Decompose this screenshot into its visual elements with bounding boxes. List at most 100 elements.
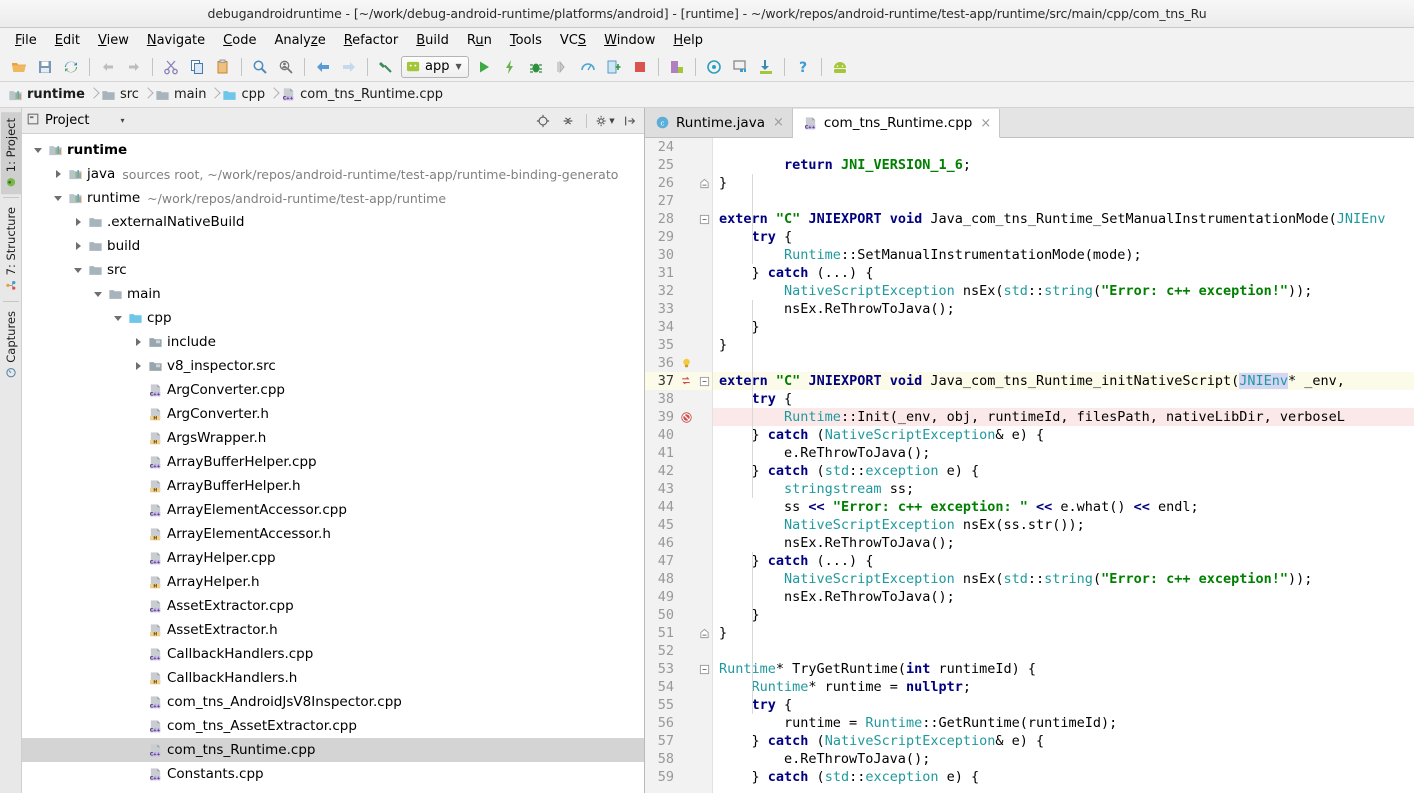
fold-end-icon[interactable] (697, 624, 711, 642)
sync-gradle-icon[interactable] (727, 55, 753, 79)
gutter-line[interactable]: 32 (645, 282, 712, 300)
gutter-line[interactable]: 34 (645, 318, 712, 336)
gutter-line[interactable]: 26 (645, 174, 712, 192)
menu-run[interactable]: Run (458, 31, 501, 50)
chevron-down-icon[interactable] (50, 186, 66, 210)
code-line[interactable]: } catch (NativeScriptException& e) { (713, 732, 1414, 750)
code-line[interactable]: runtime = Runtime::GetRuntime(runtimeId)… (713, 714, 1414, 732)
code-line[interactable]: } (713, 336, 1414, 354)
menu-analyze[interactable]: Analyze (265, 31, 334, 50)
cut-icon[interactable] (158, 55, 184, 79)
code-line[interactable]: stringstream ss; (713, 480, 1414, 498)
gutter-line[interactable]: 39 (645, 408, 712, 426)
tree-row[interactable]: C++ ArrayBufferHelper.cpp (22, 450, 644, 474)
build-hammer-icon[interactable] (373, 55, 399, 79)
code-line[interactable]: extern "C" JNIEXPORT void Java_com_tns_R… (713, 372, 1414, 390)
code-line[interactable]: } (713, 318, 1414, 336)
tree-row[interactable]: C++ com_tns_AndroidJsV8Inspector.cpp (22, 690, 644, 714)
breadcrumb-item-cpp[interactable]: cpp (222, 87, 267, 102)
gutter-line[interactable]: 47 (645, 552, 712, 570)
gutter-line[interactable]: 36 (645, 354, 712, 372)
code-line[interactable] (713, 354, 1414, 372)
project-scope-caret-icon[interactable]: ▾ (120, 116, 124, 125)
menu-build[interactable]: Build (407, 31, 458, 50)
chevron-right-icon[interactable] (50, 162, 66, 186)
menu-vcs[interactable]: VCS (551, 31, 595, 50)
breadcrumb-item-main[interactable]: main (155, 87, 208, 102)
paste-icon[interactable] (210, 55, 236, 79)
gutter-line[interactable]: 57 (645, 732, 712, 750)
tree-row[interactable]: H ArgConverter.h (22, 402, 644, 426)
code-line[interactable]: try { (713, 390, 1414, 408)
code-line[interactable]: Runtime* TryGetRuntime(int runtimeId) { (713, 660, 1414, 678)
tree-row[interactable]: H ArrayElementAccessor.h (22, 522, 644, 546)
close-icon[interactable]: × (978, 116, 991, 131)
undo-icon[interactable] (95, 55, 121, 79)
stop-icon[interactable] (627, 55, 653, 79)
find-icon[interactable] (247, 55, 273, 79)
code-line[interactable]: ss << "Error: c++ exception: " << e.what… (713, 498, 1414, 516)
chevron-right-icon[interactable] (130, 330, 146, 354)
code-line[interactable]: try { (713, 228, 1414, 246)
sidebar-item-project[interactable]: 1: Project (0, 112, 21, 195)
save-all-icon[interactable] (32, 55, 58, 79)
code-line[interactable]: try { (713, 696, 1414, 714)
intention-bulb-icon[interactable] (678, 354, 694, 372)
gutter-line[interactable]: 40 (645, 426, 712, 444)
code-line[interactable]: } catch (...) { (713, 264, 1414, 282)
tree-row[interactable]: build (22, 234, 644, 258)
gutter-line[interactable]: 59 (645, 768, 712, 786)
editor-tab-com-tns-runtime-cpp[interactable]: C++ com_tns_Runtime.cpp × (792, 109, 1001, 138)
code-line[interactable]: NativeScriptException nsEx(std::string("… (713, 570, 1414, 588)
code-line[interactable]: Runtime::SetManualInstrumentationMode(mo… (713, 246, 1414, 264)
gutter-line[interactable]: 42 (645, 462, 712, 480)
tree-row[interactable]: C++ AssetExtractor.cpp (22, 594, 644, 618)
gutter-line[interactable]: 52 (645, 642, 712, 660)
gutter-line[interactable]: 30 (645, 246, 712, 264)
fold-end-icon[interactable] (697, 174, 711, 192)
locate-icon[interactable] (533, 111, 553, 131)
gutter-line[interactable]: 49 (645, 588, 712, 606)
gutter-line[interactable]: 50 (645, 606, 712, 624)
chevron-right-icon[interactable] (70, 210, 86, 234)
code-line[interactable] (713, 138, 1414, 156)
chevron-right-icon[interactable] (70, 234, 86, 258)
menu-window[interactable]: Window (595, 31, 664, 50)
gutter-line[interactable]: 33 (645, 300, 712, 318)
sdk-manager-icon[interactable] (664, 55, 690, 79)
gutter-line[interactable]: 53 (645, 660, 712, 678)
help-icon[interactable]: ? (790, 55, 816, 79)
gutter-line[interactable]: 54 (645, 678, 712, 696)
code-line[interactable]: Runtime* runtime = nullptr; (713, 678, 1414, 696)
tree-row[interactable]: C++ ArrayElementAccessor.cpp (22, 498, 644, 522)
profiler-icon[interactable] (575, 55, 601, 79)
copy-icon[interactable] (184, 55, 210, 79)
code-line[interactable]: nsEx.ReThrowToJava(); (713, 300, 1414, 318)
tree-row[interactable]: runtime ~/work/repos/android-runtime/test… (22, 186, 644, 210)
tree-row[interactable]: C++ CallbackHandlers.cpp (22, 642, 644, 666)
chevron-down-icon[interactable] (90, 282, 106, 306)
gutter-line[interactable]: 28 (645, 210, 712, 228)
code-text[interactable]: return JNI_VERSION_1_6;} extern "C" JNIEX… (713, 138, 1414, 793)
chevron-right-icon[interactable] (130, 354, 146, 378)
forward-icon[interactable] (336, 55, 362, 79)
gutter-line[interactable]: 38 (645, 390, 712, 408)
tree-row[interactable]: src (22, 258, 644, 282)
back-icon[interactable] (310, 55, 336, 79)
avd-manager-icon[interactable] (701, 55, 727, 79)
code-line[interactable]: nsEx.ReThrowToJava(); (713, 588, 1414, 606)
code-line[interactable]: NativeScriptException nsEx(std::string("… (713, 282, 1414, 300)
tree-row[interactable]: include (22, 330, 644, 354)
menu-file[interactable]: File (6, 31, 46, 50)
tree-row[interactable]: C++ com_tns_Runtime.cpp (22, 738, 644, 762)
menu-refactor[interactable]: Refactor (335, 31, 408, 50)
code-line[interactable]: } (713, 624, 1414, 642)
sync-refresh-icon[interactable] (58, 55, 84, 79)
gutter-line[interactable]: 43 (645, 480, 712, 498)
code-line[interactable]: return JNI_VERSION_1_6; (713, 156, 1414, 174)
code-line[interactable] (713, 192, 1414, 210)
tree-row[interactable]: .externalNativeBuild (22, 210, 644, 234)
device-file-explorer-icon[interactable] (753, 55, 779, 79)
gutter-line[interactable]: 35 (645, 336, 712, 354)
code-line[interactable]: nsEx.ReThrowToJava(); (713, 534, 1414, 552)
